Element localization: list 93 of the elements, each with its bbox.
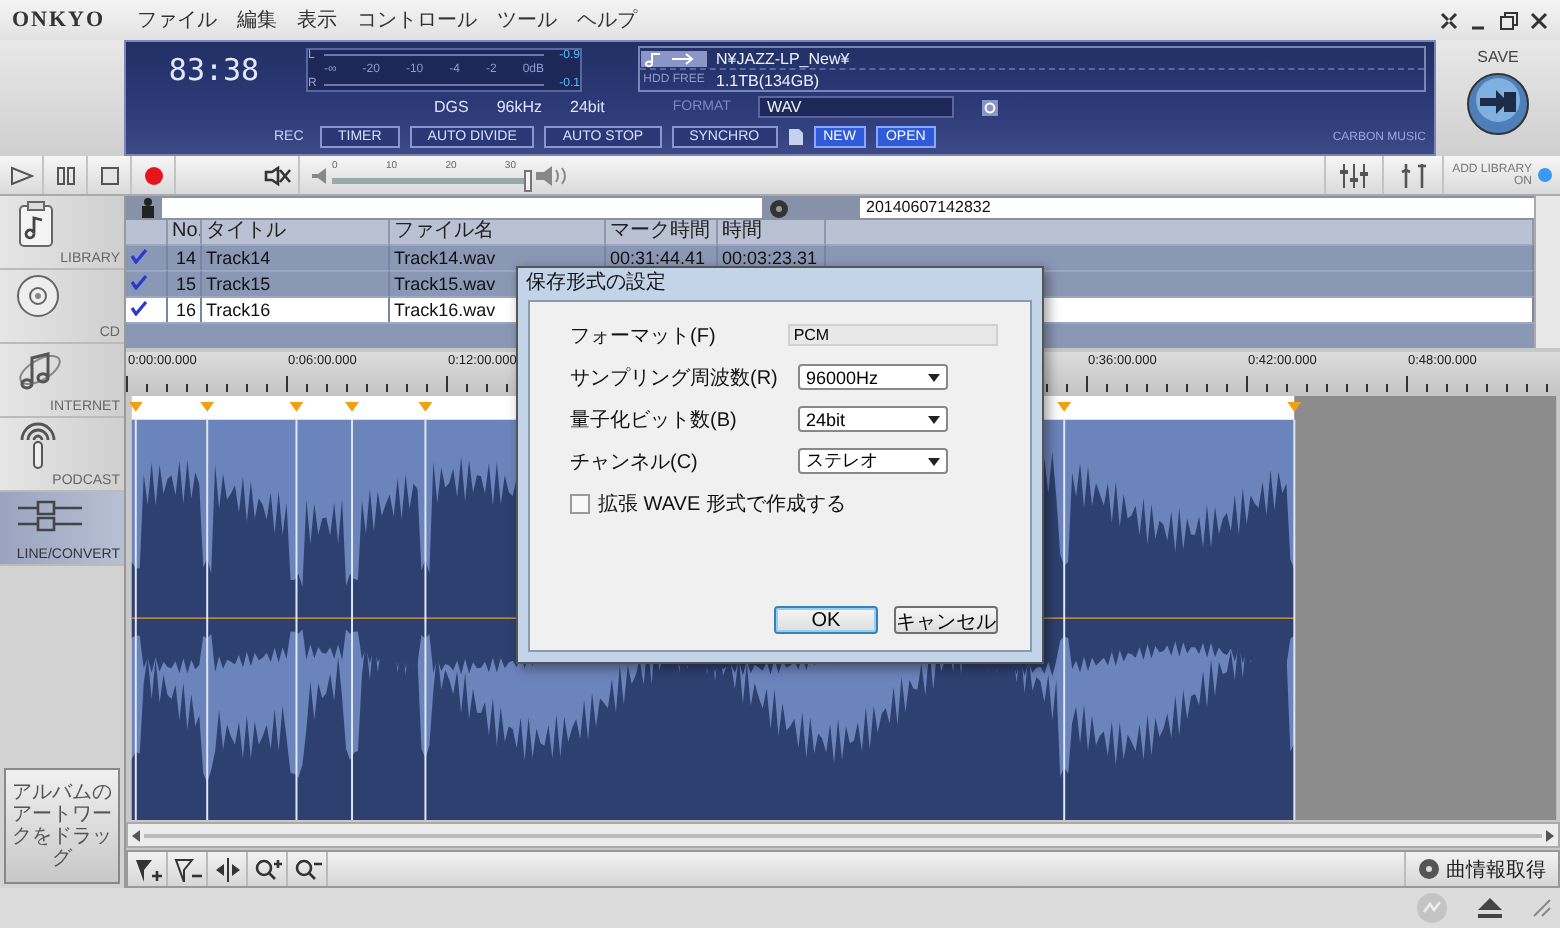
vertical-scrollbar[interactable] bbox=[1534, 196, 1560, 348]
marker-icon[interactable] bbox=[1287, 401, 1302, 412]
close-icon[interactable] bbox=[1530, 11, 1548, 29]
record-icon bbox=[143, 165, 163, 185]
format-info: 24bit bbox=[570, 98, 605, 116]
compact-mode-icon[interactable] bbox=[1440, 11, 1458, 29]
check-cell[interactable] bbox=[126, 244, 168, 270]
marker-plus-icon bbox=[133, 857, 161, 881]
artist-field[interactable] bbox=[162, 198, 762, 218]
marker-minus-icon bbox=[173, 857, 201, 881]
format-value-field: PCM bbox=[787, 324, 998, 346]
folder-music-icon[interactable] bbox=[640, 49, 708, 67]
clipboard-note-icon bbox=[16, 200, 56, 248]
save-button[interactable]: SAVE bbox=[1436, 40, 1560, 156]
person-icon bbox=[142, 198, 154, 218]
fetch-info-button[interactable]: 曲情報取得 bbox=[1404, 852, 1558, 886]
zoom-in-icon bbox=[253, 857, 281, 881]
format-info: 96kHz bbox=[496, 98, 543, 116]
artwork-drop-area[interactable]: アルバムのアートワークをドラッグ bbox=[4, 768, 120, 884]
refresh-icon[interactable] bbox=[982, 99, 999, 115]
column-header[interactable]: タイトル bbox=[202, 220, 390, 244]
time-display: 83:38 bbox=[166, 51, 262, 87]
dropdown[interactable]: 24bit bbox=[798, 406, 948, 432]
dropdown[interactable]: ステレオ bbox=[798, 448, 948, 474]
dropdown[interactable]: 96000Hz bbox=[798, 364, 948, 390]
menu-item[interactable]: 表示 bbox=[297, 6, 338, 34]
format-info: DGS bbox=[434, 98, 469, 116]
sliders-icon bbox=[1340, 163, 1369, 187]
marker-icon[interactable] bbox=[289, 401, 304, 412]
music-note-orbit-icon bbox=[16, 348, 64, 392]
table-cell: Track15 bbox=[202, 270, 390, 296]
speaker-low-icon bbox=[312, 167, 328, 183]
table-cell: 14 bbox=[168, 244, 202, 270]
table-cell: Track16 bbox=[202, 296, 390, 322]
table-cell: Track14.wav bbox=[390, 244, 606, 270]
marker-icon[interactable] bbox=[1057, 401, 1072, 412]
table-cell: 16 bbox=[168, 296, 202, 322]
restore-icon[interactable] bbox=[1500, 11, 1518, 29]
tools-icon bbox=[1399, 163, 1428, 187]
stop-icon bbox=[99, 165, 119, 185]
cable-plugs-icon bbox=[16, 496, 84, 536]
field-label: 量子化ビット数(B) bbox=[570, 407, 739, 433]
folder-path: N¥JAZZ-LP_New¥ bbox=[716, 49, 850, 67]
check-cell[interactable] bbox=[126, 296, 168, 322]
arrow-into-box-icon bbox=[1466, 72, 1530, 136]
marker-icon[interactable] bbox=[418, 401, 433, 412]
check-icon[interactable] bbox=[130, 274, 148, 290]
column-header[interactable]: マーク時間 bbox=[606, 220, 718, 244]
volume-thumb[interactable] bbox=[524, 169, 532, 191]
table-cell: 15 bbox=[168, 270, 202, 296]
menu-item[interactable]: ツール bbox=[497, 6, 558, 34]
hdd-free-value: 1.1TB(134GB) bbox=[716, 71, 820, 89]
disc-search-icon bbox=[1418, 858, 1440, 880]
table-cell: Track14 bbox=[202, 244, 390, 270]
album-field[interactable]: 20140607142832 bbox=[860, 198, 1534, 218]
field-label: フォーマット(F) bbox=[570, 323, 718, 349]
check-icon[interactable] bbox=[130, 300, 148, 316]
check-cell[interactable] bbox=[126, 270, 168, 296]
speaker-high-icon bbox=[536, 165, 572, 185]
file-icon bbox=[787, 128, 804, 146]
marker-icon[interactable] bbox=[345, 401, 359, 412]
extended-wave-checkbox[interactable]: 拡張 WAVE 形式で作成する bbox=[570, 490, 998, 518]
column-header[interactable]: ファイル名 bbox=[390, 220, 606, 244]
column-header[interactable]: 時間 bbox=[718, 220, 826, 244]
field-label: チャンネル(C) bbox=[570, 449, 700, 475]
menu-item[interactable]: 編集 bbox=[237, 6, 278, 34]
marker-icon[interactable] bbox=[200, 401, 215, 412]
equalizer-button[interactable] bbox=[1324, 156, 1385, 194]
antenna-icon bbox=[16, 422, 60, 470]
split-arrows-icon bbox=[213, 857, 241, 881]
eject-icon[interactable] bbox=[1476, 896, 1504, 920]
dialog-button[interactable]: キャンセル bbox=[894, 606, 998, 634]
menu-item[interactable]: ヘルプ bbox=[577, 6, 638, 34]
marker-icon[interactable] bbox=[128, 401, 143, 412]
menu-item[interactable]: ファイル bbox=[137, 6, 218, 34]
caret-icon bbox=[928, 457, 940, 465]
app-logo: ONKYO bbox=[12, 8, 106, 32]
mute-icon bbox=[263, 165, 291, 185]
format-field[interactable]: WAV bbox=[758, 96, 955, 118]
disc-icon bbox=[16, 274, 60, 318]
pause-icon bbox=[55, 165, 75, 185]
field-label: サンプリング周波数(R) bbox=[570, 365, 780, 391]
zoom-out-icon bbox=[293, 857, 321, 881]
menu-item[interactable]: コントロール bbox=[357, 6, 478, 34]
caret-icon bbox=[928, 373, 940, 381]
play-icon bbox=[9, 165, 33, 185]
horizontal-scrollbar[interactable] bbox=[126, 822, 1560, 848]
check-icon[interactable] bbox=[130, 248, 148, 264]
caret-icon bbox=[928, 415, 940, 423]
resize-grip[interactable] bbox=[1532, 898, 1552, 918]
scroll-right-icon[interactable] bbox=[1542, 827, 1558, 844]
disc-icon bbox=[770, 199, 788, 217]
dialog-button[interactable]: OK bbox=[774, 606, 878, 634]
